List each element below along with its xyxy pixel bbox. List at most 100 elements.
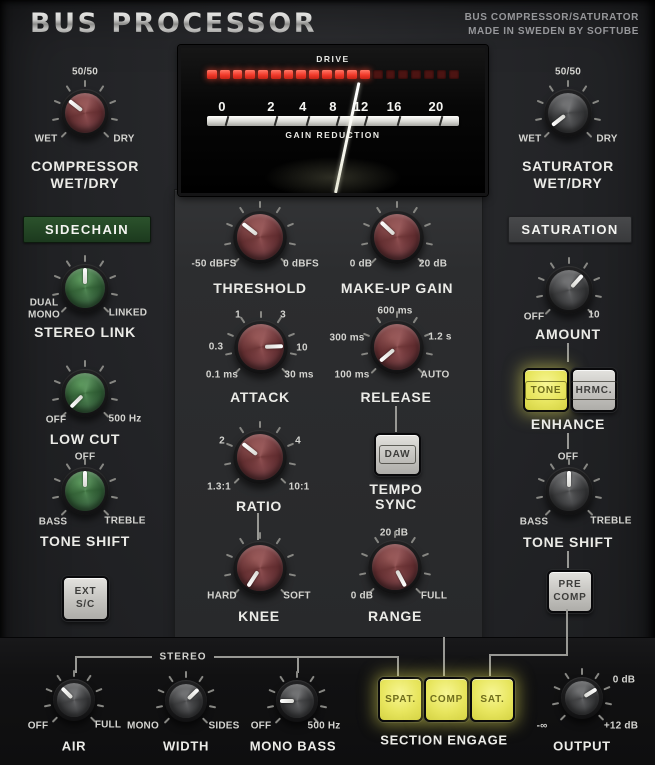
enhance-harmonics-button[interactable]: HRMC. <box>571 368 617 412</box>
meter-scale-label: 20 <box>429 99 444 114</box>
knob-tick <box>260 311 262 318</box>
led-segment <box>296 70 306 79</box>
button-label-line2: COMP <box>553 592 586 605</box>
ratio-name: RATIO <box>236 498 282 514</box>
knob-tick <box>583 262 589 269</box>
knee-knob[interactable] <box>233 541 287 595</box>
led-segment <box>258 70 268 79</box>
stereo-link-max-label: LINKED <box>109 308 147 319</box>
knob-tick <box>109 274 116 279</box>
knob-tick <box>592 99 599 104</box>
low-cut-knob[interactable] <box>61 369 109 417</box>
sat-wet-name-line2: WET/DRY <box>534 175 603 191</box>
knee-name: KNEE <box>238 608 280 624</box>
sat-wet-min-label: WET <box>519 134 542 145</box>
engage-saturator-button[interactable]: SAT. <box>470 677 515 722</box>
meter-scale-label: 8 <box>329 99 337 114</box>
tempo-sync-name-line1: TEMPO <box>369 481 422 497</box>
compressor-wetdry-knob[interactable] <box>61 89 109 137</box>
page-title: BUS PROCESSOR <box>30 8 317 39</box>
comp-wet-max-label: DRY <box>113 134 134 145</box>
tone-shift-left-knob[interactable] <box>61 467 109 515</box>
air-knob[interactable] <box>53 679 95 721</box>
stereo-link-name: STEREO LINK <box>34 324 136 340</box>
output-knob[interactable] <box>561 677 603 719</box>
attack-tick-03: 0.3 <box>209 342 224 353</box>
saturator-wetdry-knob[interactable] <box>544 89 592 137</box>
ratio-ul-label: 2 <box>219 436 225 447</box>
attack-knob[interactable] <box>234 320 288 374</box>
connector-line <box>566 609 568 656</box>
tone-shift-left-max-label: TREBLE <box>104 516 145 527</box>
ext-sidechain-button[interactable]: EXT S/C <box>62 576 109 621</box>
ratio-min-label: 1.3:1 <box>207 482 231 493</box>
knob-tick <box>109 379 116 384</box>
amount-knob[interactable] <box>545 266 593 314</box>
engage-compressor-button[interactable]: COMP <box>424 677 469 722</box>
comp-wet-name-line2: WET/DRY <box>51 175 120 191</box>
knob-pointer <box>545 467 593 515</box>
threshold-knob[interactable] <box>233 210 287 264</box>
stereo-link-min-line1: DUAL <box>30 298 59 309</box>
enhance-tone-button[interactable]: TONE <box>523 368 569 412</box>
led-segment <box>411 70 421 79</box>
knob-tick <box>593 477 600 482</box>
makeup-name: MAKE-UP GAIN <box>341 280 453 296</box>
knob-tick <box>66 85 72 92</box>
mono-bass-max-label: 500 Hz <box>308 721 341 732</box>
makeup-gain-knob[interactable] <box>370 210 424 264</box>
led-segment <box>245 70 255 79</box>
ratio-ur-label: 4 <box>295 436 301 447</box>
comp-wet-min-label: WET <box>35 134 58 145</box>
button-label: EXT S/C <box>75 586 97 611</box>
release-knob[interactable] <box>370 320 424 374</box>
button-label-line2: S/C <box>75 599 97 612</box>
range-max-label: FULL <box>421 591 447 602</box>
tone-shift-right-knob[interactable] <box>545 467 593 515</box>
width-max-label: SIDES <box>208 721 239 732</box>
meter-strip <box>207 116 459 126</box>
meter-scale-label: 4 <box>299 99 307 114</box>
air-max-label: FULL <box>95 720 121 731</box>
led-segment <box>309 70 319 79</box>
engage-spatial-button[interactable]: SPAT. <box>378 677 423 722</box>
subtitle-line2: MADE IN SWEDEN BY SOFTUBE <box>465 25 639 39</box>
button-label: SPAT. <box>385 694 416 705</box>
connector-line <box>397 656 399 677</box>
plugin-subtitle: BUS COMPRESSOR/SATURATOR MADE IN SWEDEN … <box>465 11 639 39</box>
pre-comp-button[interactable]: PRE COMP <box>547 570 593 613</box>
release-name: RELEASE <box>360 389 431 405</box>
attack-name: ATTACK <box>230 389 290 405</box>
low-cut-name: LOW CUT <box>50 431 120 447</box>
connector-line <box>395 406 397 432</box>
knob-tick <box>84 255 86 262</box>
sat-wet-top-label: 50/50 <box>555 67 581 78</box>
led-segment <box>449 70 459 79</box>
section-engage-name: SECTION ENGAGE <box>380 733 508 748</box>
amount-max-label: 10 <box>588 310 600 321</box>
subtitle-line1: BUS COMPRESSOR/SATURATOR <box>465 11 639 25</box>
low-cut-max-label: 500 Hz <box>109 414 142 425</box>
button-label: COMP <box>430 694 463 705</box>
tone-shift-right-name: TONE SHIFT <box>523 534 613 550</box>
tone-shift-left-min-label: BASS <box>39 517 68 528</box>
knob-tick <box>84 458 86 465</box>
ratio-knob[interactable] <box>233 430 287 484</box>
knob-tick <box>296 671 298 678</box>
width-knob[interactable] <box>165 680 207 722</box>
knob-tick <box>99 365 105 372</box>
mono-bass-min-label: OFF <box>251 721 272 732</box>
drive-label: DRIVE <box>181 54 485 64</box>
knob-tick <box>66 365 72 372</box>
range-knob[interactable] <box>368 540 422 594</box>
knob-tick <box>568 458 570 465</box>
tempo-sync-daw-button[interactable]: DAW <box>374 433 421 476</box>
air-min-label: OFF <box>28 721 49 732</box>
output-name: OUTPUT <box>553 739 611 754</box>
mono-bass-knob[interactable] <box>276 680 318 722</box>
attack-tick-10: 10 <box>296 343 308 354</box>
stereo-link-knob[interactable] <box>61 264 109 312</box>
knob-tick <box>586 131 592 137</box>
knee-max-label: SOFT <box>283 591 310 602</box>
vu-meter: DRIVE 0248121620 GAIN REDUCTION <box>178 45 488 196</box>
